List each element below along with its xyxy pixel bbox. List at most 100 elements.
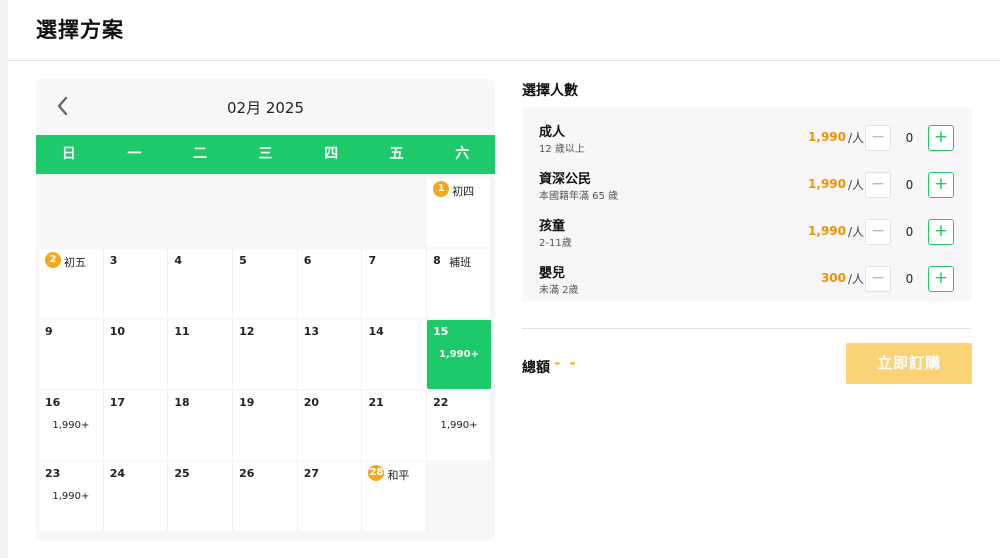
day-price: 1,990+ [440, 420, 478, 431]
decrease-adult-button[interactable]: − [865, 125, 891, 151]
calendar-day-25[interactable]: 25 [168, 462, 234, 531]
calendar-empty-cell [362, 178, 428, 247]
day-price: 1,990+ [438, 349, 479, 360]
person-desc: 2-11歲 [539, 238, 572, 249]
day-number: 9 [45, 325, 53, 338]
page-title: 選擇方案 [36, 18, 124, 42]
calendar-day-7[interactable]: 7 [362, 249, 428, 318]
person-price: 1,990 [808, 224, 846, 238]
person-name: 成人 [539, 125, 566, 140]
calendar-day-9[interactable]: 9 [39, 320, 104, 389]
day-number: 16 [45, 396, 61, 409]
book-now-button[interactable]: 立即訂購 [846, 343, 972, 384]
weekday-header: 日 一 二 三 四 五 六 [36, 135, 495, 174]
person-name: 嬰兒 [539, 266, 566, 281]
calendar-day-8[interactable]: 8 補班 [427, 249, 492, 318]
day-number: 13 [303, 325, 320, 338]
day-number: 11 [174, 325, 190, 338]
person-row-child: 孩童 2-11歲 1,990 /人 − 0 + [522, 205, 972, 252]
day-price: 1,990+ [52, 491, 90, 502]
person-desc: 本國籍年滿 65 歲 [539, 191, 619, 202]
calendar-day-3[interactable]: 3 [103, 249, 169, 318]
calendar: 02月 2025 日 一 二 三 四 五 六 1 初四 2 初五 3 4 5 6 7 8 補班 9 10… [36, 79, 495, 541]
people-title: 選擇人數 [522, 83, 578, 99]
person-price: 1,990 [808, 177, 846, 191]
calendar-day-10[interactable]: 10 [103, 320, 169, 389]
total-label: 總額 [522, 360, 550, 376]
total-value: - - [554, 354, 578, 372]
day-number: 24 [109, 467, 125, 480]
weekday-tue: 二 [192, 146, 207, 162]
calendar-day-28[interactable]: 28 和平 [362, 462, 428, 531]
calendar-day-2[interactable]: 2 初五 [39, 249, 104, 318]
calendar-week-row: 9 10 11 12 13 14 15 1,990+ [39, 320, 492, 391]
weekday-sun: 日 [61, 146, 76, 162]
increase-infant-button[interactable]: + [928, 266, 954, 292]
day-number: 8 [433, 254, 441, 267]
day-number: 12 [239, 325, 255, 338]
weekday-mon: 一 [127, 146, 142, 162]
increase-child-button[interactable]: + [928, 219, 954, 245]
day-note: 補班 [449, 256, 472, 269]
calendar-day-12[interactable]: 12 [233, 320, 298, 389]
day-number: 23 [45, 467, 61, 480]
calendar-day-16[interactable]: 16 1,990+ [39, 391, 104, 460]
person-price: 300 [820, 271, 846, 285]
calendar-day-11[interactable]: 11 [168, 320, 234, 389]
day-number: 20 [303, 396, 320, 409]
day-number: 25 [174, 467, 190, 480]
day-number: 10 [109, 325, 125, 338]
weekday-thu: 四 [324, 146, 339, 162]
calendar-day-19[interactable]: 19 [233, 391, 298, 460]
calendar-empty-cell [297, 178, 363, 247]
day-note: 和平 [387, 469, 410, 482]
decrease-senior-button[interactable]: − [865, 172, 891, 198]
increase-adult-button[interactable]: + [928, 125, 954, 151]
person-price: 1,990 [808, 130, 846, 144]
day-number: 6 [303, 254, 312, 267]
weekday-sat: 六 [455, 146, 470, 162]
day-number: 21 [368, 396, 384, 409]
infant-quantity: 0 [905, 272, 914, 286]
person-row-senior: 資深公民 本國籍年滿 65 歲 1,990 /人 − 0 + [522, 158, 972, 205]
calendar-day-4[interactable]: 4 [168, 249, 234, 318]
calendar-day-1[interactable]: 1 初四 [427, 178, 492, 247]
person-unit: /人 [848, 225, 865, 239]
day-number: 17 [109, 396, 125, 409]
calendar-day-23[interactable]: 23 1,990+ [39, 462, 104, 531]
calendar-grid: 1 初四 2 初五 3 4 5 6 7 8 補班 9 10 11 12 13 14 15 1,990+ 16 1,990… [36, 174, 495, 541]
calendar-day-13[interactable]: 13 [297, 320, 363, 389]
holiday-badge: 28 [368, 465, 385, 481]
day-note: 初五 [64, 256, 86, 269]
person-unit: /人 [848, 178, 865, 192]
weekday-wed: 三 [258, 146, 273, 162]
calendar-nav: 02月 2025 [36, 79, 495, 135]
day-number: 15 [433, 325, 449, 338]
calendar-day-22[interactable]: 22 1,990+ [427, 391, 492, 460]
calendar-day-26[interactable]: 26 [233, 462, 298, 531]
calendar-day-18[interactable]: 18 [168, 391, 234, 460]
decrease-infant-button[interactable]: − [865, 266, 891, 292]
calendar-empty-cell [39, 178, 104, 247]
day-number: 26 [239, 467, 255, 480]
calendar-day-15[interactable]: 15 1,990+ [427, 320, 492, 389]
calendar-empty-cell [168, 178, 234, 247]
holiday-badge: 2 [45, 252, 61, 268]
day-number: 27 [303, 467, 320, 480]
calendar-week-row: 1 初四 [39, 178, 492, 249]
calendar-day-27[interactable]: 27 [297, 462, 363, 531]
calendar-day-5[interactable]: 5 [233, 249, 298, 318]
calendar-day-14[interactable]: 14 [362, 320, 428, 389]
adult-quantity: 0 [905, 131, 914, 145]
day-number: 14 [368, 325, 384, 338]
increase-senior-button[interactable]: + [928, 172, 954, 198]
calendar-day-21[interactable]: 21 [362, 391, 428, 460]
weekday-fri: 五 [389, 146, 404, 162]
calendar-day-20[interactable]: 20 [297, 391, 363, 460]
calendar-day-6[interactable]: 6 [297, 249, 363, 318]
decrease-child-button[interactable]: − [865, 219, 891, 245]
calendar-empty-cell [233, 178, 298, 247]
calendar-day-24[interactable]: 24 [103, 462, 169, 531]
calendar-day-17[interactable]: 17 [103, 391, 169, 460]
person-desc: 未滿 2歲 [539, 285, 579, 296]
